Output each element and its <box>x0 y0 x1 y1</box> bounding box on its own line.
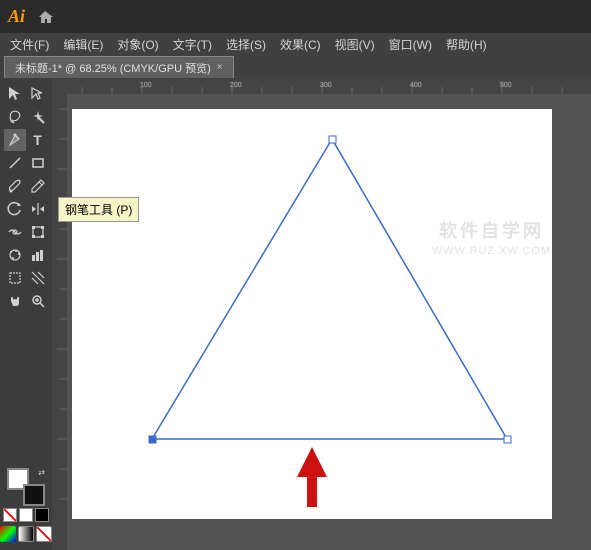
svg-text:100: 100 <box>140 82 152 89</box>
fill-stroke-swatches[interactable]: ⇄ <box>7 468 45 506</box>
menu-bar: 文件(F)编辑(E)对象(O)文字(T)选择(S)效果(C)视图(V)窗口(W)… <box>0 33 591 55</box>
tool-row-1 <box>4 83 49 105</box>
tool-row-6 <box>4 221 49 243</box>
svg-text:300: 300 <box>320 82 332 89</box>
none-icon[interactable] <box>36 526 52 542</box>
artboard-tool[interactable] <box>4 267 26 289</box>
menu-item-h[interactable]: 帮助(H) <box>440 34 493 55</box>
gradient-icon[interactable] <box>18 526 34 542</box>
select-tool[interactable] <box>4 83 26 105</box>
red-arrow <box>292 447 332 510</box>
tool-row-2 <box>4 106 49 128</box>
type-tool[interactable]: T <box>27 129 49 151</box>
main-area: T <box>0 79 591 550</box>
tool-row-7 <box>4 244 49 266</box>
reflect-tool[interactable] <box>27 198 49 220</box>
menu-item-v[interactable]: 视图(V) <box>329 34 381 55</box>
document-tab[interactable]: 未标题-1* @ 68.25% (CMYK/GPU 预览) × <box>4 56 234 78</box>
vertical-ruler <box>52 79 67 550</box>
small-swatches <box>3 508 49 522</box>
menu-item-t[interactable]: 文字(T) <box>167 34 218 55</box>
toolbar: T <box>0 79 52 550</box>
menu-item-o[interactable]: 对象(O) <box>111 34 164 55</box>
shape-tool[interactable] <box>27 152 49 174</box>
tool-row-9 <box>4 290 49 312</box>
warp-tool[interactable] <box>4 221 26 243</box>
home-button[interactable] <box>33 5 57 29</box>
tool-row-5 <box>4 198 49 220</box>
menu-item-c[interactable]: 效果(C) <box>274 34 327 55</box>
zoom-tool[interactable] <box>27 290 49 312</box>
swap-colors-icon[interactable]: ⇄ <box>38 468 45 477</box>
rotate-tool[interactable] <box>4 198 26 220</box>
ai-logo: Ai <box>8 6 25 27</box>
horizontal-ruler: 100 200 300 400 500 <box>52 79 591 94</box>
menu-item-w[interactable]: 窗口(W) <box>383 34 438 55</box>
tool-row-8 <box>4 267 49 289</box>
direct-select-tool[interactable] <box>27 83 49 105</box>
column-graph-tool[interactable] <box>27 244 49 266</box>
tool-row-pen: T <box>4 129 49 151</box>
lasso-tool[interactable] <box>4 106 26 128</box>
svg-text:500: 500 <box>500 82 512 89</box>
line-segment-tool[interactable] <box>4 152 26 174</box>
svg-text:200: 200 <box>230 82 242 89</box>
pencil-tool[interactable] <box>27 175 49 197</box>
tool-row-4 <box>4 175 49 197</box>
color-picker-icons <box>0 526 52 542</box>
menu-item-f[interactable]: 文件(F) <box>4 34 55 55</box>
paintbrush-tool[interactable] <box>4 175 26 197</box>
none-swatch[interactable] <box>3 508 17 522</box>
tab-bar: 未标题-1* @ 68.25% (CMYK/GPU 预览) × <box>0 55 591 79</box>
slice-tool[interactable] <box>27 267 49 289</box>
magic-wand-tool[interactable] <box>27 106 49 128</box>
title-bar: Ai <box>0 0 591 33</box>
menu-item-e[interactable]: 编辑(E) <box>57 34 109 55</box>
tool-row-3 <box>4 152 49 174</box>
tab-title: 未标题-1* @ 68.25% (CMYK/GPU 预览) <box>15 60 211 76</box>
stroke-swatch[interactable] <box>23 484 45 506</box>
pen-tool[interactable] <box>4 129 26 151</box>
free-transform-tool[interactable] <box>27 221 49 243</box>
symbol-sprayer-tool[interactable] <box>4 244 26 266</box>
menu-item-s[interactable]: 选择(S) <box>220 34 272 55</box>
color-area: ⇄ <box>0 468 52 546</box>
hand-tool[interactable] <box>4 290 26 312</box>
black-swatch[interactable] <box>35 508 49 522</box>
canvas-area[interactable]: 100 200 300 400 500 <box>52 79 591 550</box>
white-swatch[interactable] <box>19 508 33 522</box>
svg-text:400: 400 <box>410 82 422 89</box>
tab-close-button[interactable]: × <box>217 62 223 73</box>
color-mode-icon[interactable] <box>0 526 16 542</box>
